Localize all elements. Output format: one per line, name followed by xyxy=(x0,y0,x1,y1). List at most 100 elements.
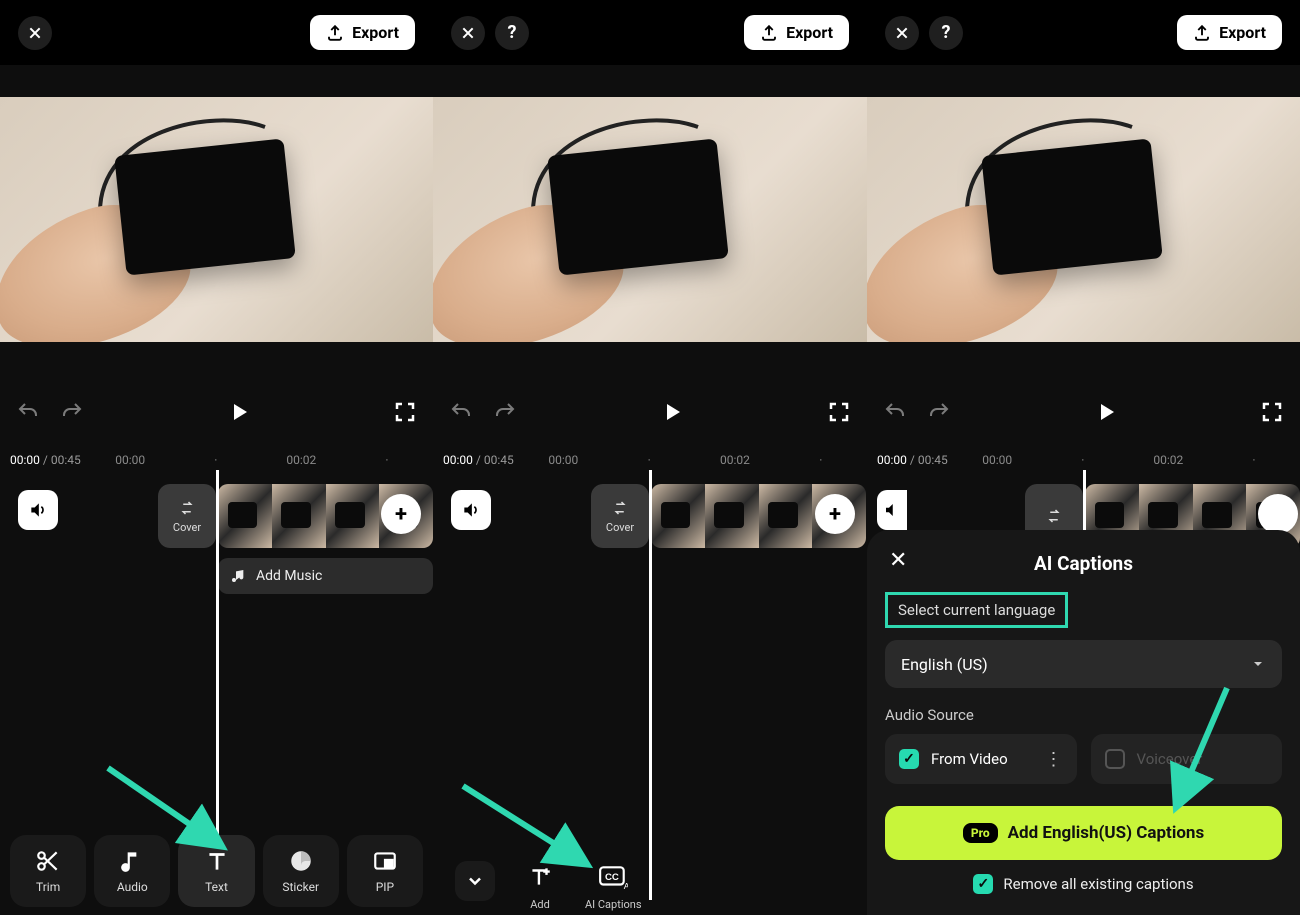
close-icon xyxy=(894,25,910,41)
speaker-icon xyxy=(461,500,481,520)
tool-label: PIP xyxy=(376,880,394,894)
export-label: Export xyxy=(786,23,833,42)
video-preview[interactable] xyxy=(867,97,1300,342)
clip-thumb xyxy=(759,484,813,548)
language-value: English (US) xyxy=(901,655,988,674)
add-captions-button[interactable]: Pro Add English(US) Captions xyxy=(885,806,1282,860)
text-add-icon xyxy=(527,864,553,890)
redo-button[interactable] xyxy=(927,400,951,424)
total-time: 00:45 xyxy=(918,453,948,467)
export-button[interactable]: Export xyxy=(1177,15,1282,50)
help-button[interactable]: ? xyxy=(495,16,529,50)
note-icon xyxy=(119,848,145,874)
timeline[interactable]: Cover + xyxy=(433,478,867,628)
fullscreen-button[interactable] xyxy=(827,400,851,424)
speaker-icon xyxy=(28,500,48,520)
help-button[interactable]: ? xyxy=(929,16,963,50)
add-clip-button[interactable] xyxy=(1258,494,1298,534)
pane-step-3: ? Export 00:00 / 00:45 00:00 · 00:02 · xyxy=(867,0,1300,915)
pane-step-2: ? Export 00:00 / 00:45 00:00 · 00:02 · xyxy=(433,0,867,915)
close-button[interactable] xyxy=(451,16,485,50)
remove-label: Remove all existing captions xyxy=(1003,875,1193,893)
current-time: 00:00 xyxy=(10,453,40,467)
swap-icon xyxy=(1045,507,1063,525)
pro-badge: Pro xyxy=(963,823,998,843)
tick-label: 00:00 xyxy=(982,453,1012,467)
swap-icon xyxy=(611,499,629,517)
undo-button[interactable] xyxy=(16,400,40,424)
transport-controls xyxy=(0,378,433,446)
export-button[interactable]: Export xyxy=(744,15,849,50)
fullscreen-button[interactable] xyxy=(1260,400,1284,424)
add-music-button[interactable]: Add Music xyxy=(218,558,433,594)
tick-label: 00:02 xyxy=(720,453,750,467)
chevron-down-icon xyxy=(465,871,485,891)
tool-pip[interactable]: PIP xyxy=(347,835,423,907)
text-icon xyxy=(204,848,230,874)
video-preview[interactable] xyxy=(0,97,433,342)
total-time: 00:45 xyxy=(51,453,81,467)
export-icon xyxy=(326,24,344,42)
pane-step-1: Export 00:00 / 00:45 00:00 · 00:02 · xyxy=(0,0,433,915)
scissors-icon xyxy=(35,848,61,874)
remove-captions-toggle[interactable]: ✓ Remove all existing captions xyxy=(885,874,1282,894)
tool-add-text[interactable]: Add xyxy=(523,860,557,911)
audio-voiceover-option[interactable]: Voiceover xyxy=(1091,734,1283,784)
close-button[interactable] xyxy=(18,16,52,50)
undo-button[interactable] xyxy=(883,400,907,424)
ai-captions-sheet: ✕ AI Captions Select current language En… xyxy=(867,530,1300,915)
tool-sticker[interactable]: Sticker xyxy=(263,835,339,907)
audio-source-row: ✓ From Video ⋮ Voiceover xyxy=(885,734,1282,784)
redo-button[interactable] xyxy=(493,400,517,424)
bottom-toolbar: Trim Audio Text Sticker PIP xyxy=(0,835,433,907)
swap-icon xyxy=(178,499,196,517)
mute-button[interactable] xyxy=(451,490,491,530)
audio-source-label: Audio Source xyxy=(885,706,1282,724)
audio-from-video-option[interactable]: ✓ From Video ⋮ xyxy=(885,734,1077,784)
cover-button[interactable]: Cover xyxy=(158,484,216,548)
playhead[interactable] xyxy=(649,470,652,900)
close-icon xyxy=(27,25,43,41)
tool-label: Text xyxy=(205,880,228,894)
timeline[interactable]: Cover + Add Music xyxy=(0,478,433,628)
undo-button[interactable] xyxy=(449,400,473,424)
cover-button[interactable]: Cover xyxy=(591,484,649,548)
tool-text[interactable]: Text xyxy=(178,835,254,907)
clip-thumb xyxy=(705,484,759,548)
export-label: Export xyxy=(352,23,399,42)
device-graphic xyxy=(114,138,296,275)
redo-button[interactable] xyxy=(60,400,84,424)
play-button[interactable] xyxy=(1094,400,1118,424)
collapse-button[interactable] xyxy=(455,861,495,901)
close-icon xyxy=(460,25,476,41)
tick-label: 00:02 xyxy=(286,453,316,467)
close-button[interactable] xyxy=(885,16,919,50)
tool-trim[interactable]: Trim xyxy=(10,835,86,907)
checkbox-checked-icon: ✓ xyxy=(899,749,919,769)
mute-button[interactable] xyxy=(877,490,907,530)
svg-text:AI: AI xyxy=(624,881,628,890)
add-clip-button[interactable]: + xyxy=(815,494,855,534)
play-button[interactable] xyxy=(660,400,684,424)
cover-label: Cover xyxy=(606,521,634,534)
export-button[interactable]: Export xyxy=(310,15,415,50)
clip-thumb xyxy=(326,484,380,548)
tool-audio[interactable]: Audio xyxy=(94,835,170,907)
sheet-close-button[interactable]: ✕ xyxy=(889,548,907,573)
pip-icon xyxy=(372,848,398,874)
export-label: Export xyxy=(1219,23,1266,42)
play-button[interactable] xyxy=(227,400,251,424)
language-dropdown[interactable]: English (US) xyxy=(885,640,1282,688)
text-toolbar: Add CCAI AI Captions xyxy=(433,841,867,911)
video-preview[interactable] xyxy=(433,97,867,342)
tick-label: 00:02 xyxy=(1153,453,1183,467)
fullscreen-button[interactable] xyxy=(393,400,417,424)
more-button[interactable]: ⋮ xyxy=(1045,749,1063,770)
tool-label: AI Captions xyxy=(585,898,642,911)
add-clip-button[interactable]: + xyxy=(381,494,421,534)
mute-button[interactable] xyxy=(18,490,58,530)
chevron-down-icon xyxy=(1250,656,1266,672)
clip-thumb xyxy=(218,484,272,548)
top-bar: ? Export xyxy=(433,0,867,65)
tool-ai-captions[interactable]: CCAI AI Captions xyxy=(585,860,642,911)
